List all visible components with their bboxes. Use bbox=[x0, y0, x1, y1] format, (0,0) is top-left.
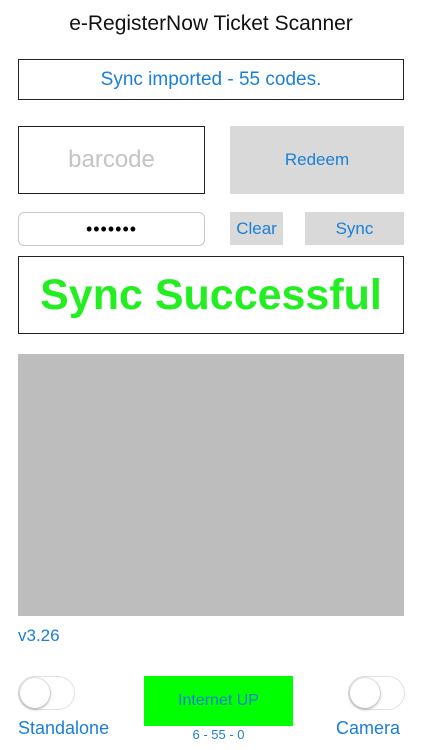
version-label: v3.26 bbox=[18, 626, 60, 645]
standalone-label: Standalone bbox=[18, 718, 110, 738]
standalone-toggle[interactable] bbox=[18, 676, 75, 710]
sync-status-box: Sync imported - 55 codes. bbox=[18, 59, 404, 100]
app-title: e-RegisterNow Ticket Scanner bbox=[69, 12, 353, 35]
camera-toggle-knob bbox=[350, 678, 380, 708]
redeem-button[interactable]: Redeem bbox=[230, 126, 404, 194]
camera-toggle[interactable] bbox=[348, 676, 405, 710]
password-masked-value: ••••••• bbox=[85, 218, 138, 239]
barcode-input[interactable] bbox=[19, 127, 204, 193]
camera-label: Camera bbox=[336, 718, 401, 738]
camera-preview bbox=[18, 354, 404, 616]
barcode-field[interactable] bbox=[18, 126, 205, 194]
sync-button[interactable]: Sync bbox=[305, 212, 404, 245]
clear-button[interactable]: Clear bbox=[230, 212, 283, 245]
password-field[interactable]: ••••••• bbox=[18, 212, 205, 246]
standalone-toggle-knob bbox=[20, 678, 50, 708]
scan-counts: 6 - 55 - 0 bbox=[192, 727, 245, 742]
sync-status-text: Sync imported - 55 codes. bbox=[100, 68, 322, 90]
internet-status-button[interactable]: Internet UP bbox=[144, 676, 293, 726]
result-box: Sync Successful bbox=[18, 256, 404, 334]
result-message: Sync Successful bbox=[40, 270, 382, 319]
